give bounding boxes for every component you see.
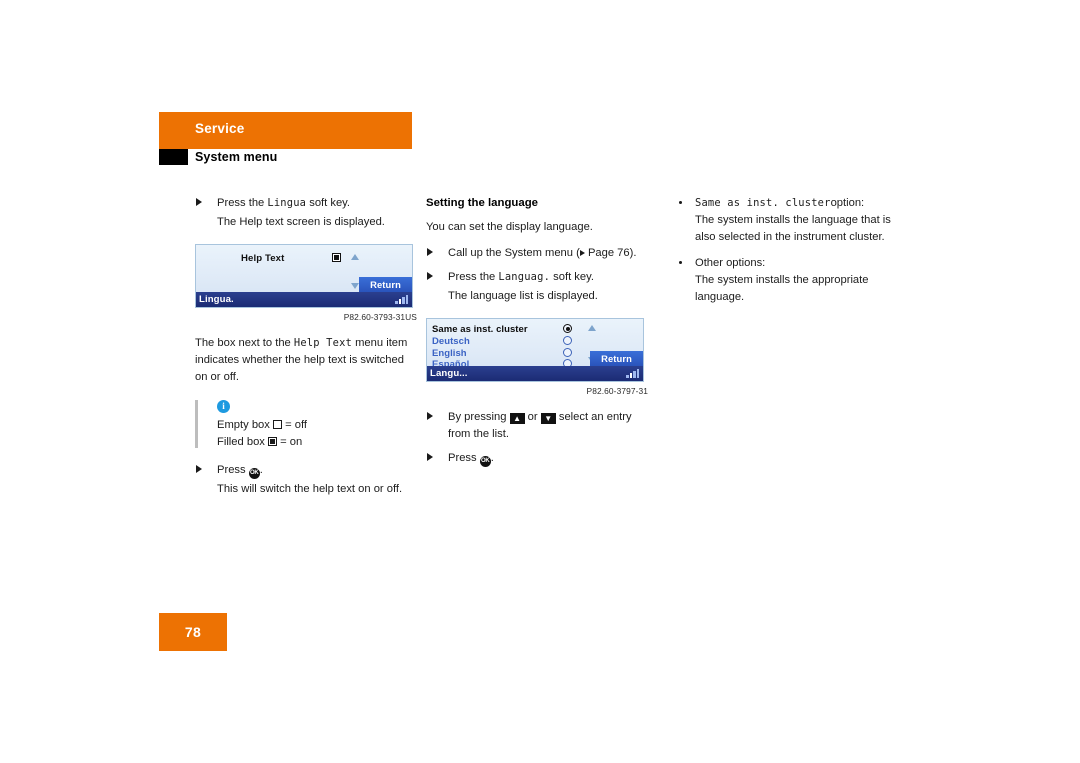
step-arrow-icon [427, 412, 433, 421]
step-press-label: Press [217, 464, 246, 477]
note-line-empty-box: Empty box = off [217, 417, 417, 434]
step-press-languag: Press the Languag. soft key. [426, 269, 648, 286]
chapter-title: Service [195, 121, 245, 136]
screenshot-caption: P82.60-3797-31 [586, 386, 648, 397]
softkey-name-languag: Languag. [498, 271, 551, 284]
screen-status-label: Lingua. [199, 294, 234, 306]
column-one: Press the Lingua soft key. The Help text… [195, 195, 417, 500]
info-icon: i [217, 399, 230, 413]
option-label: option: [830, 197, 865, 209]
section-header: System menu [159, 149, 412, 171]
step-press-ok: Press OK. [195, 462, 417, 480]
step-press-ok: Press OK. [426, 450, 648, 468]
screen-frame: Same as inst. cluster Deutsch English Es… [426, 318, 644, 383]
note-filled-post: = on [280, 435, 303, 448]
bullet-dot-icon [679, 201, 682, 204]
bullet-same-as-inst-cluster: Same as inst. clusteroption: The system … [673, 195, 895, 246]
screen-frame: Help Text Return Lingua. [195, 244, 413, 309]
step-text-pre: Press the [448, 271, 496, 284]
step-page-ref: Page 76). [587, 247, 637, 260]
option-label: Other options: [695, 257, 766, 270]
step-select-entry: By pressing ▲ or ▼ select an entry from … [426, 409, 648, 443]
bullet-other-options: Other options: The system installs the a… [673, 255, 895, 306]
step-result-help-text: The Help text screen is displayed. [217, 216, 385, 229]
list-item: English [432, 347, 467, 359]
radio-selected-icon [563, 324, 572, 334]
chapter-header-bar: Service [159, 112, 412, 149]
info-note: i Empty box = off Filled box = on [195, 399, 417, 451]
checkbox-filled-icon [268, 436, 277, 446]
note-line-filled-box: Filled box = on [217, 434, 417, 451]
option-name-same-as-inst-cluster: Same as inst. cluster [695, 197, 831, 209]
checkbox-empty-icon [272, 419, 282, 429]
screen-status-bar: Lingua. [196, 292, 412, 308]
step-press-label: Press [448, 452, 477, 465]
manual-page: Service System menu Press the Lingua sof… [0, 0, 1080, 763]
radio-unselected-icon [563, 335, 572, 345]
column-three: Same as inst. clusteroption: The system … [673, 195, 895, 315]
note-empty-pre: Empty box [217, 418, 270, 431]
scroll-up-icon [351, 254, 359, 261]
radio-button-group [563, 324, 572, 370]
step-period: . [490, 452, 494, 465]
checkbox-filled-icon [332, 253, 341, 263]
step-call-text: Call up the System menu ( [448, 247, 580, 260]
screen-return-softkey: Return [590, 351, 643, 367]
step-text-post: soft key. [309, 197, 351, 209]
softkey-name-lingua: Lingua [267, 197, 307, 209]
page-number: 78 [184, 624, 202, 640]
device-screenshot-language-list: Same as inst. cluster Deutsch English Es… [426, 318, 648, 398]
option-description: The system installs the language that is… [695, 214, 891, 244]
step-result-switch-help: This will switch the help text on or off… [217, 483, 403, 496]
screen-return-softkey: Return [359, 277, 412, 293]
step-call-system-menu: Call up the System menu ( Page 76). [426, 245, 648, 262]
note-empty-post: = off [285, 418, 307, 431]
signal-strength-icon [395, 295, 408, 305]
screen-status-bar: Langu... [427, 366, 643, 382]
step-arrow-icon [427, 248, 433, 257]
screen-menu-title: Help Text [241, 253, 285, 265]
step-arrow-icon [196, 198, 202, 206]
bullet-dot-icon [679, 261, 682, 265]
step-text-mid: or [527, 411, 538, 424]
intro-paragraph: You can set the display language. [426, 221, 593, 234]
radio-unselected-icon [563, 347, 572, 357]
list-item: Same as inst. cluster [432, 324, 528, 336]
up-key-icon: ▲ [509, 413, 525, 425]
device-screenshot-help-text: Help Text Return Lingua. P82.60-3793-31U… [195, 244, 417, 324]
menu-item-help-text: Help Text [293, 336, 352, 349]
list-item: Deutsch [432, 335, 470, 347]
step-text-pre: Press the [217, 197, 265, 209]
page-ref-triangle-icon [579, 250, 585, 257]
step-arrow-icon [427, 272, 433, 281]
section-swatch [159, 149, 188, 165]
signal-strength-icon [626, 369, 639, 379]
step-period: . [259, 464, 263, 477]
screenshot-caption: P82.60-3793-31US [343, 312, 417, 323]
language-list: Same as inst. cluster Deutsch English Es… [432, 324, 582, 370]
page-number-box: 78 [159, 613, 227, 651]
step-press-lingua: Press the Lingua soft key. [195, 195, 417, 212]
column-two: Setting the language You can set the dis… [426, 195, 648, 469]
step-text-post: soft key. [553, 271, 594, 284]
down-key-icon: ▼ [540, 413, 556, 425]
paragraph-checkbox-meaning: The box next to the Help Text menu item … [195, 335, 417, 386]
section-title: System menu [195, 150, 278, 164]
scroll-up-icon [588, 325, 596, 332]
option-description: The system installs the appropriate lang… [695, 274, 869, 304]
subheading-setting-language: Setting the language [426, 197, 539, 209]
scroll-down-icon [351, 283, 359, 290]
paragraph-pre: The box next to the [195, 336, 291, 349]
ok-key-icon: OK [248, 468, 260, 480]
step-result-language-list: The language list is displayed. [448, 290, 598, 303]
note-rule [195, 399, 198, 449]
screen-status-label: Langu... [430, 368, 468, 380]
ok-key-icon: OK [479, 456, 491, 468]
note-filled-pre: Filled box [217, 435, 265, 448]
step-arrow-icon [196, 465, 202, 474]
step-arrow-icon [427, 453, 433, 462]
step-text-pre: By pressing [448, 411, 507, 424]
